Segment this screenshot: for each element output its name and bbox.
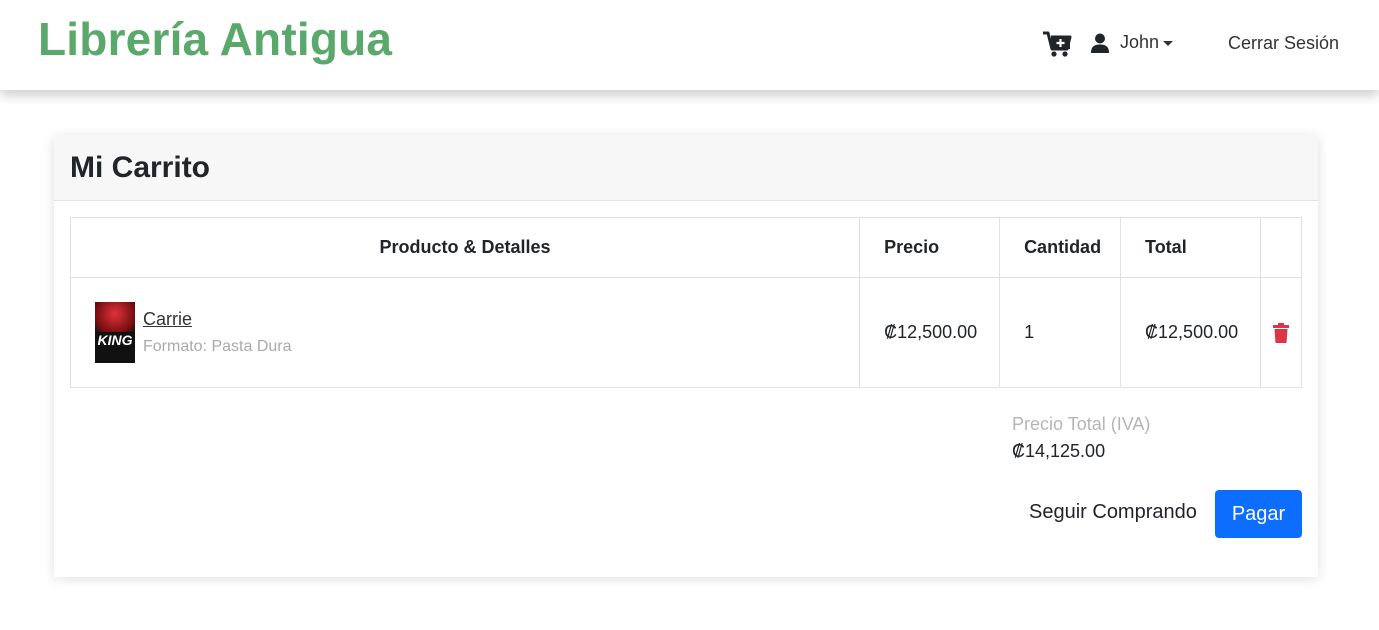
price-cell: ₡12,500.00 [859,277,1001,388]
header-actions [1260,217,1302,278]
delete-cell [1260,277,1302,388]
table-row: KING Carrie Formato: Pasta Dura ₡12,500.… [69,277,1302,388]
total-label: Precio Total (IVA) [1012,414,1151,434]
total-cell: ₡12,500.00 [1120,277,1261,388]
logout-link[interactable]: Cerrar Sesión [1228,33,1339,54]
header-price: Precio [859,217,1001,278]
caret-down-icon [1163,41,1174,46]
product-name-link[interactable]: Carrie [143,309,292,330]
cart-header: Mi Carrito [54,135,1318,201]
cart-card: Mi Carrito Producto & Detalles Precio Ca… [54,135,1318,577]
continue-shopping-button[interactable]: Seguir Comprando [1029,501,1197,524]
page-title: Mi Carrito [70,150,211,184]
user-icon [1091,33,1109,53]
user-name: John [1120,32,1160,52]
trash-icon[interactable] [1272,322,1290,343]
cart-table: Producto & Detalles Precio Cantidad Tota… [69,217,1302,388]
product-format: Formato: Pasta Dura [143,338,292,355]
navbar: Librería Antigua John Cerrar Sesión [0,0,1379,90]
quantity-cell: 1 [999,277,1122,388]
table-header-row: Producto & Detalles Precio Cantidad Tota… [69,217,1302,278]
brand-logo[interactable]: Librería Antigua [38,12,392,66]
header-quantity: Cantidad [999,217,1122,278]
pay-button[interactable]: Pagar [1215,490,1302,538]
product-cell: KING Carrie Formato: Pasta Dura [69,277,861,388]
total-value: ₡14,125.00 [1012,441,1106,461]
header-product: Producto & Detalles [69,217,861,278]
user-menu[interactable]: John [1090,32,1174,53]
cart-plus-icon[interactable] [1042,30,1072,58]
header-total: Total [1120,217,1261,278]
book-cover-image[interactable]: KING [95,302,135,363]
